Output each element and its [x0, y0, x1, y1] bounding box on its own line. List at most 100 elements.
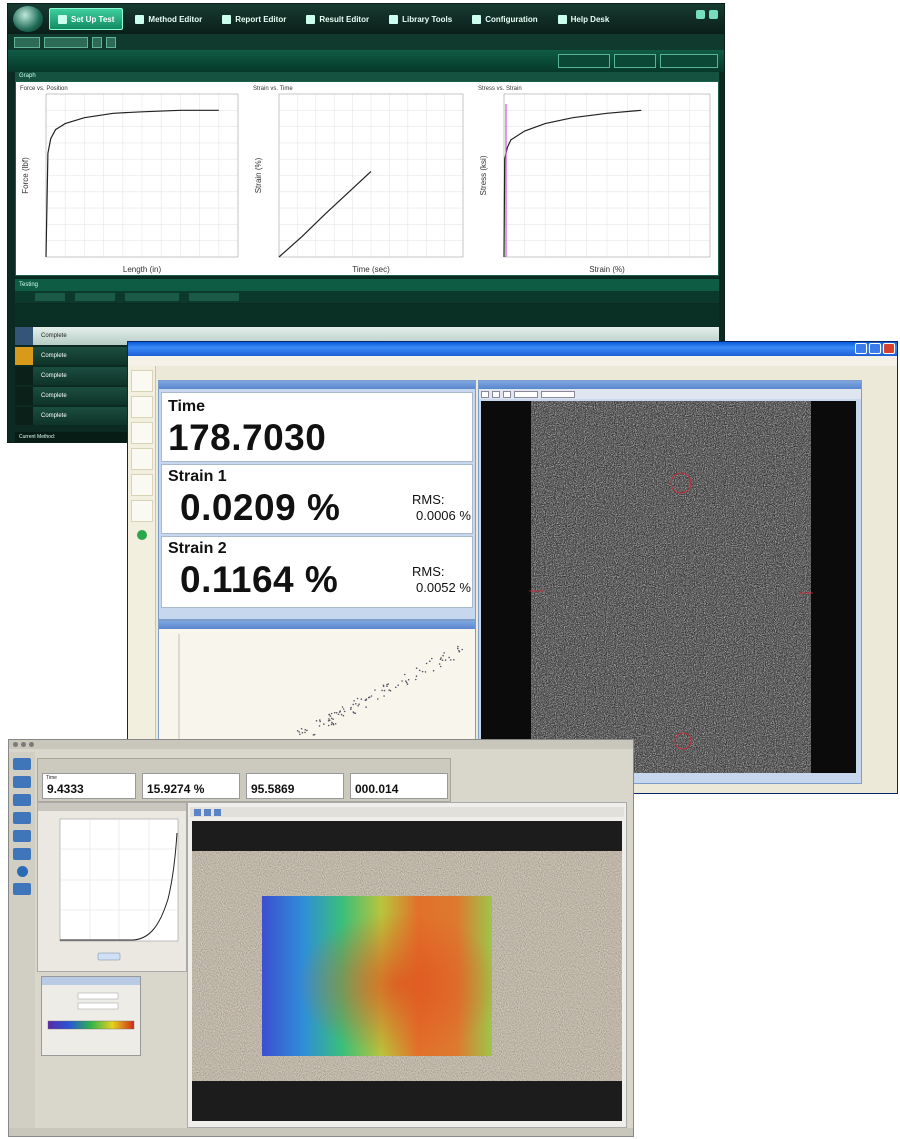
status-indicator-icon [15, 367, 33, 385]
scatter-point [415, 675, 418, 677]
speckle-specimen-image [481, 401, 856, 773]
zoom-out-icon[interactable] [492, 390, 500, 398]
grid-tool-icon[interactable] [13, 830, 31, 842]
tab-result-editor[interactable]: Result Editor [298, 8, 377, 30]
series-line [45, 109, 219, 258]
zoom-icon[interactable] [194, 809, 201, 816]
scatter-point [458, 650, 461, 653]
tube-device-button[interactable] [189, 293, 239, 301]
strain-curve-plot [38, 803, 186, 961]
minimize-icon[interactable] [855, 343, 867, 354]
action-button-1[interactable] [558, 54, 610, 68]
scatter-point [368, 696, 370, 699]
card-value: 000.014 [355, 782, 399, 796]
scatter-point [330, 723, 333, 726]
arrow-tool-icon[interactable] [13, 758, 31, 770]
scatter-point [341, 706, 344, 708]
panel-header [159, 621, 475, 629]
results-table-header [15, 304, 719, 326]
zoom-in-icon[interactable] [481, 390, 489, 398]
fit-icon[interactable] [503, 390, 511, 398]
fit-icon[interactable] [214, 809, 221, 816]
minimize-icon[interactable] [21, 742, 26, 747]
run-status-icon[interactable] [136, 530, 147, 540]
camera-tool-icon[interactable] [130, 370, 153, 392]
maximize-icon[interactable] [29, 742, 34, 747]
scatter-point [350, 706, 352, 709]
pan-icon[interactable] [204, 809, 211, 816]
exposure-field[interactable] [541, 390, 575, 398]
capture-tool-icon[interactable] [130, 500, 153, 522]
close-icon[interactable] [883, 343, 895, 354]
scatter-point [327, 720, 330, 722]
tab-method-editor[interactable]: Method Editor [127, 8, 210, 30]
print-button[interactable] [35, 293, 65, 301]
scatter-point [365, 706, 367, 708]
realtime-cards-panel: Time 9.4333 15.9274 % 95.5869 000.014 [37, 758, 451, 802]
scatter-point [431, 657, 433, 660]
scatter-point [401, 680, 403, 682]
strain2-readout: Strain 2 0.1164 % RMS: 0.0052 % [161, 536, 473, 608]
status-bar [9, 1128, 633, 1136]
max-field[interactable] [77, 1002, 119, 1010]
action-button-3[interactable] [660, 54, 718, 68]
scatter-point [382, 685, 385, 687]
gauge-tool-icon[interactable] [130, 422, 153, 444]
video-tool-icon[interactable] [130, 396, 153, 418]
point-tool-icon[interactable] [13, 794, 31, 806]
edit-button[interactable] [92, 36, 102, 48]
series-line [278, 170, 372, 258]
scatter-point [443, 652, 445, 654]
close-icon[interactable] [13, 742, 18, 747]
maximize-icon[interactable] [869, 343, 881, 354]
search-icon[interactable] [13, 883, 31, 895]
tab-label: Set Up Test [71, 14, 115, 24]
apply-button[interactable] [97, 952, 121, 961]
scatter-point [438, 663, 441, 665]
tab-set-up-test[interactable]: Set Up Test [49, 8, 124, 30]
scatter-point [329, 715, 332, 717]
add-button[interactable] [106, 36, 116, 48]
scatter-point [354, 712, 357, 715]
camera-image-panel [478, 380, 862, 784]
result-icon [306, 14, 316, 24]
scatter-point [301, 731, 304, 734]
scatter-point [440, 657, 442, 659]
frame-field[interactable] [514, 390, 538, 398]
min-field[interactable] [77, 992, 119, 1000]
area-tool-icon[interactable] [13, 812, 31, 824]
method-dropdown[interactable] [44, 36, 88, 48]
tab-report-editor[interactable]: Report Editor [214, 8, 294, 30]
panel-header [479, 381, 861, 389]
minimize-icon[interactable] [696, 10, 705, 19]
record-icon[interactable] [16, 866, 28, 877]
card-title: Time [46, 775, 57, 781]
scatter-point [377, 698, 379, 700]
image-toolbar [479, 389, 861, 399]
help-circle-icon[interactable] [709, 10, 718, 19]
report-icon [222, 14, 232, 24]
strain1-label: Strain 1 [168, 468, 227, 485]
line-tool-icon[interactable] [13, 776, 31, 788]
chart-tool-icon[interactable] [130, 474, 153, 496]
restart-testing-button[interactable] [125, 293, 179, 301]
time-value: 178.7030 [168, 417, 327, 458]
measure-tool-icon[interactable] [130, 448, 153, 470]
extensometer-tool-icon[interactable] [13, 848, 31, 860]
tab-library-tools[interactable]: Library Tools [381, 8, 460, 30]
scatter-point [397, 684, 399, 686]
scatter-point [395, 686, 397, 689]
x-axis-label: Time (sec) [352, 265, 390, 274]
comments-button[interactable] [75, 293, 115, 301]
scatter-point [328, 713, 331, 716]
scatter-point [356, 697, 359, 700]
sample-field[interactable] [14, 36, 40, 48]
scatter-point [330, 717, 333, 720]
color-legend-panel [41, 976, 141, 1056]
scatter-point [299, 733, 301, 736]
testing-toolbar [15, 291, 719, 303]
tab-configuration[interactable]: Configuration [464, 8, 545, 30]
tab-help-desk[interactable]: Help Desk [550, 8, 618, 30]
action-button-2[interactable] [614, 54, 656, 68]
strain-map-window: Time 9.4333 15.9274 % 95.5869 000.014 [8, 739, 634, 1137]
